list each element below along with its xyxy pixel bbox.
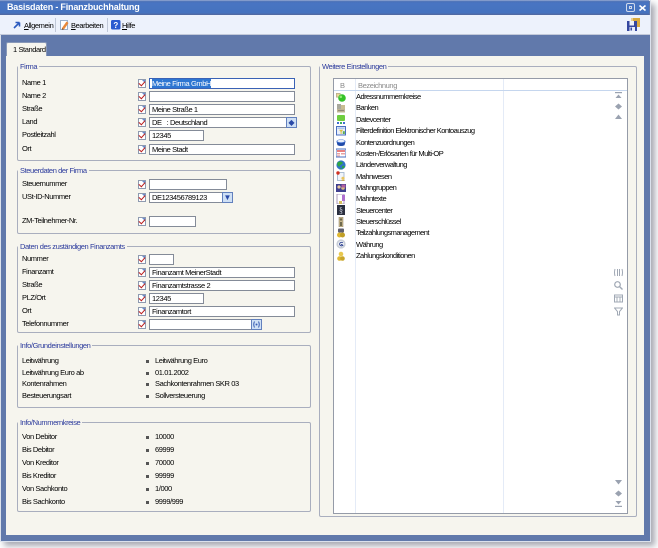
svg-text:§: § bbox=[339, 206, 343, 215]
svg-text:?: ? bbox=[113, 21, 118, 30]
